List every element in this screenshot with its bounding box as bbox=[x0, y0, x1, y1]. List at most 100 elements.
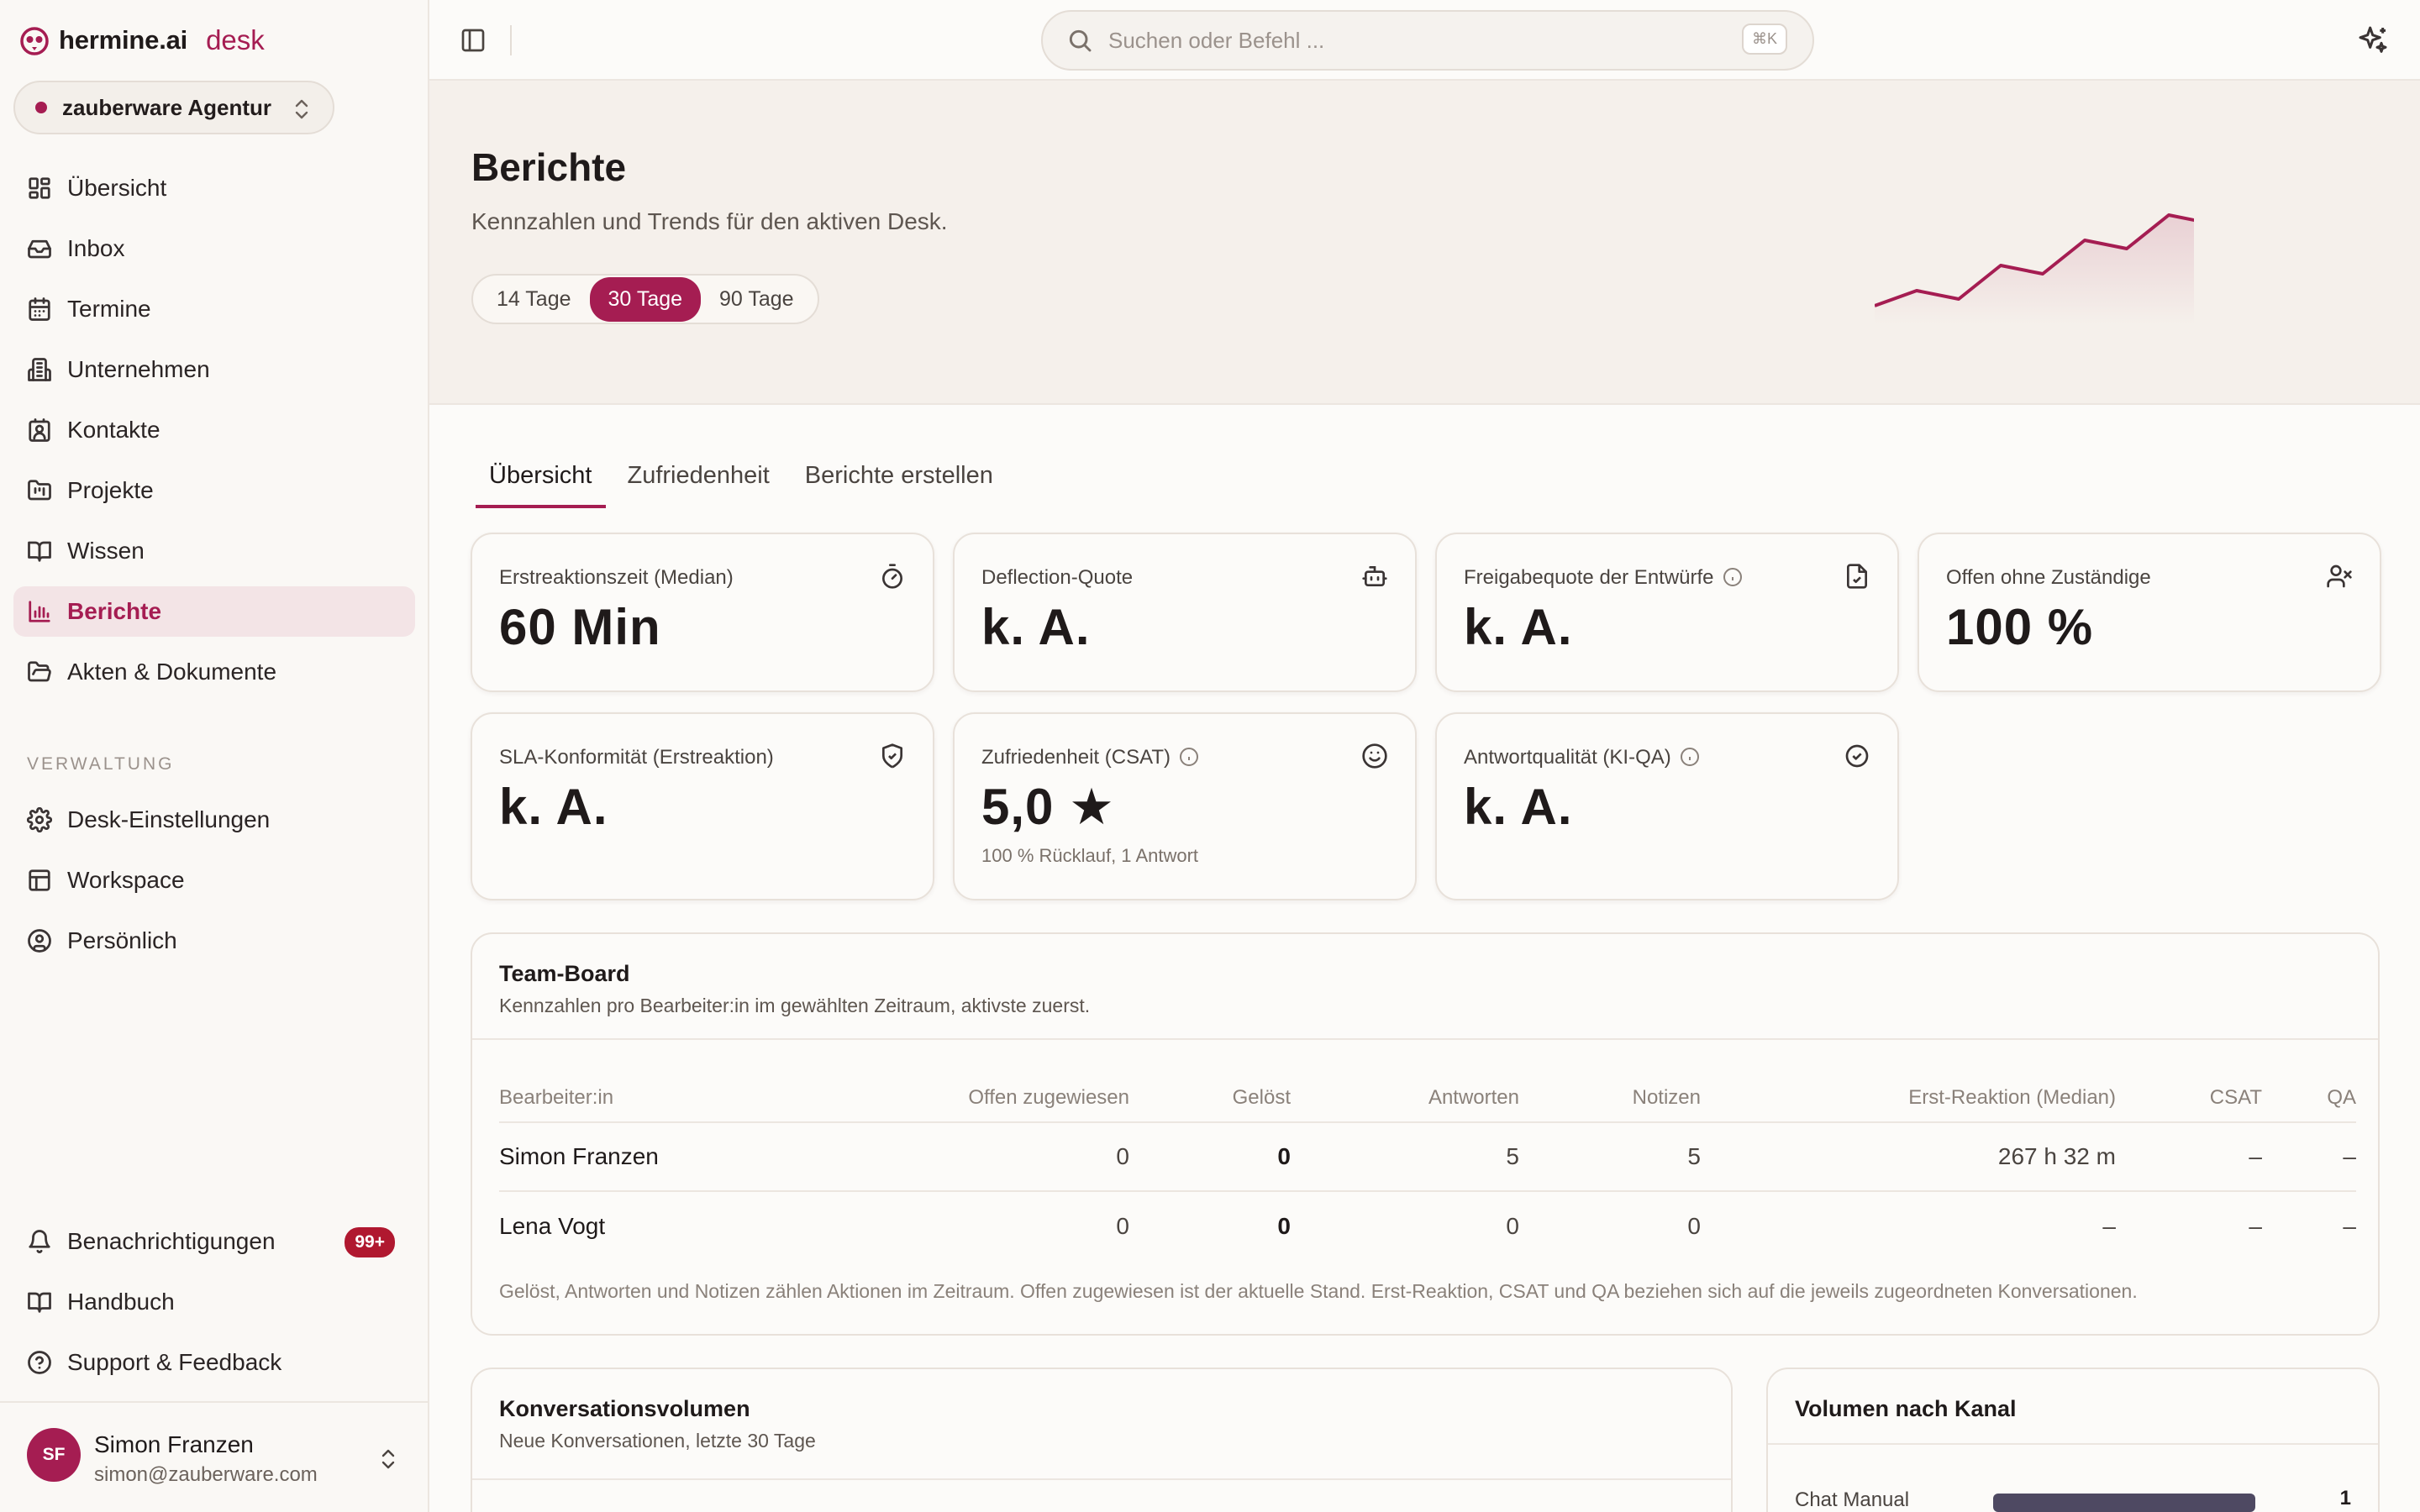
kpi-card-csat[interactable]: Zufriedenheit (CSAT) 5,0 ★ 100 % Rücklau… bbox=[953, 712, 1417, 900]
kpi-note: 100 % Rücklauf, 1 Antwort bbox=[981, 845, 1199, 866]
channel-count: 1 bbox=[2339, 1487, 2351, 1509]
kpi-card-erstreaktionszeit[interactable]: Erstreaktionszeit (Median) 60 Min bbox=[471, 533, 934, 692]
sidebar-item-label: Kontakte bbox=[67, 417, 160, 443]
kpi-label-text: Freigabequote der Entwürfe bbox=[1464, 566, 1714, 589]
kpi-value: 5,0 ★ bbox=[981, 779, 1115, 835]
chevron-updown-icon bbox=[381, 1449, 395, 1469]
sidebar-item-support[interactable]: Support & Feedback bbox=[13, 1337, 415, 1388]
tab-zufriedenheit[interactable]: Zufriedenheit bbox=[614, 454, 783, 508]
column-header[interactable]: Erst-Reaktion (Median) bbox=[1701, 1074, 2116, 1123]
sidebar-item-wissen[interactable]: Wissen bbox=[13, 526, 415, 576]
table-cell: – bbox=[2343, 1212, 2356, 1239]
sparkles-ai-icon[interactable] bbox=[2356, 24, 2390, 57]
sidebar-item-projekte[interactable]: Projekte bbox=[13, 465, 415, 516]
table-cell-agent: Simon Franzen bbox=[499, 1122, 835, 1192]
user-circle-icon bbox=[28, 929, 51, 953]
team-board-footnote: Gelöst, Antworten und Notizen zählen Akt… bbox=[499, 1280, 2138, 1302]
help-circle-icon bbox=[28, 1351, 51, 1374]
column-header[interactable]: CSAT bbox=[2116, 1074, 2262, 1123]
workspace-switcher[interactable]: zauberware Agentur bbox=[13, 81, 334, 134]
kpi-value: k. A. bbox=[1464, 779, 1573, 835]
kpi-card-ki-qa[interactable]: Antwortqualität (KI-QA) k. A. bbox=[1435, 712, 1899, 900]
smile-icon bbox=[1362, 743, 1387, 769]
sidebar-toggle-icon[interactable] bbox=[460, 27, 487, 54]
table-cell: 0 bbox=[1116, 1212, 1129, 1239]
range-option-90[interactable]: 90 Tage bbox=[701, 277, 813, 322]
sidebar-item-inbox[interactable]: Inbox bbox=[13, 223, 415, 274]
sidebar-item-label: Akten & Dokumente bbox=[67, 659, 277, 685]
team-board-panel: Team-Board Kennzahlen pro Bearbeiter:in … bbox=[471, 932, 2380, 1336]
sidebar-item-uebersicht[interactable]: Übersicht bbox=[13, 163, 415, 213]
sidebar-item-label: Berichte bbox=[67, 598, 162, 624]
table-cell: 0 bbox=[1687, 1212, 1701, 1239]
channel-bar bbox=[1993, 1494, 2255, 1512]
kpi-card-freigabequote[interactable]: Freigabequote der Entwürfe k. A. bbox=[1435, 533, 1899, 692]
kpi-card-deflection[interactable]: Deflection-Quote k. A. bbox=[953, 533, 1417, 692]
table-cell: 5 bbox=[1291, 1122, 1519, 1192]
tab-uebersicht[interactable]: Übersicht bbox=[476, 454, 606, 508]
file-check-icon bbox=[1847, 564, 1867, 589]
sidebar-item-label: Benachrichtigungen bbox=[67, 1228, 276, 1254]
gear-icon bbox=[27, 807, 52, 832]
column-header[interactable]: Gelöst bbox=[1129, 1074, 1291, 1123]
sidebar-item-unternehmen[interactable]: Unternehmen bbox=[13, 344, 415, 395]
sidebar-item-label: Desk-Einstellungen bbox=[67, 806, 271, 832]
table-cell: – bbox=[2116, 1122, 2262, 1192]
column-header[interactable]: Notizen bbox=[1519, 1074, 1701, 1123]
contact-icon bbox=[29, 418, 50, 442]
team-board-title: Team-Board bbox=[499, 961, 630, 986]
sidebar-item-workspace[interactable]: Workspace bbox=[13, 855, 415, 906]
tab-berichte-erstellen[interactable]: Berichte erstellen bbox=[792, 454, 1007, 508]
sidebar-item-benachrichtigungen[interactable]: Benachrichtigungen 99+ bbox=[13, 1216, 415, 1267]
kpi-label-text: Antwortqualität (KI-QA) bbox=[1464, 746, 1671, 769]
calendar-icon bbox=[29, 297, 50, 321]
report-tabs: Übersicht Zufriedenheit Berichte erstell… bbox=[476, 454, 1015, 508]
table-cell-agent: Lena Vogt bbox=[499, 1212, 606, 1239]
bar-chart-icon bbox=[29, 601, 50, 622]
sidebar-item-label: Persönlich bbox=[67, 927, 177, 953]
brand-logo[interactable]: hermine.ai desk bbox=[18, 22, 265, 59]
info-icon[interactable] bbox=[1680, 747, 1700, 767]
sidebar-item-persoenlich[interactable]: Persönlich bbox=[13, 916, 415, 966]
user-menu[interactable]: SF Simon Franzen simon@zauberware.com bbox=[0, 1401, 428, 1512]
topbar: Suchen oder Befehl ... ⌘K bbox=[429, 0, 2420, 81]
notification-count-badge: 99+ bbox=[345, 1227, 395, 1257]
sidebar-item-label: Workspace bbox=[67, 867, 185, 893]
channel-title: Volumen nach Kanal bbox=[1795, 1396, 2017, 1421]
sidebar-item-kontakte[interactable]: Kontakte bbox=[13, 405, 415, 455]
range-option-30[interactable]: 30 Tage bbox=[589, 276, 702, 322]
sidebar-item-termine[interactable]: Termine bbox=[13, 284, 415, 334]
column-header[interactable]: QA bbox=[2262, 1074, 2356, 1123]
table-cell: 5 bbox=[1519, 1122, 1701, 1192]
sidebar-item-handbuch[interactable]: Handbuch bbox=[13, 1277, 415, 1327]
sidebar-item-berichte[interactable]: Berichte bbox=[13, 586, 415, 637]
sidebar-item-label: Termine bbox=[67, 296, 151, 322]
sidebar-item-label: Wissen bbox=[67, 538, 145, 564]
column-header[interactable]: Antworten bbox=[1291, 1074, 1519, 1123]
badge-check-icon bbox=[1845, 744, 1869, 768]
column-header[interactable]: Bearbeiter:in bbox=[499, 1074, 835, 1123]
table-row[interactable]: Lena Vogt 0 0 0 0 – – – bbox=[499, 1191, 2356, 1260]
kpi-card-sla[interactable]: SLA-Konformität (Erstreaktion) k. A. bbox=[471, 712, 934, 900]
sidebar-item-akten[interactable]: Akten & Dokumente bbox=[13, 647, 415, 697]
search-input[interactable]: Suchen oder Befehl ... ⌘K bbox=[1041, 10, 1814, 71]
table-row[interactable]: Simon Franzen 0 0 5 5 267 h 32 m – – bbox=[499, 1122, 2356, 1192]
divider bbox=[472, 1038, 2378, 1040]
kpi-card-offen-ohne-zustaendige[interactable]: Offen ohne Zuständige 100 % bbox=[1918, 533, 2381, 692]
column-header[interactable]: Offen zugewiesen bbox=[835, 1074, 1129, 1123]
info-icon[interactable] bbox=[1179, 747, 1199, 767]
page-subtitle: Kennzahlen und Trends für den aktiven De… bbox=[471, 208, 948, 234]
avatar: SF bbox=[27, 1428, 81, 1482]
folder-kanban-icon bbox=[28, 480, 51, 501]
decorative-trend-sparkline bbox=[1875, 213, 2194, 324]
kpi-label: Antwortqualität (KI-QA) bbox=[1464, 746, 1700, 769]
info-icon[interactable] bbox=[1723, 567, 1743, 587]
kpi-label: Freigabequote der Entwürfe bbox=[1464, 566, 1743, 590]
table-cell: 0 bbox=[1277, 1212, 1291, 1239]
sidebar-item-desk-einstellungen[interactable]: Desk-Einstellungen bbox=[13, 795, 415, 845]
workspace-name: zauberware Agentur bbox=[62, 94, 271, 120]
kpi-value: 60 Min bbox=[499, 599, 661, 655]
range-option-14[interactable]: 14 Tage bbox=[478, 277, 590, 322]
inbox-icon bbox=[28, 239, 51, 259]
kpi-value: k. A. bbox=[499, 779, 608, 835]
